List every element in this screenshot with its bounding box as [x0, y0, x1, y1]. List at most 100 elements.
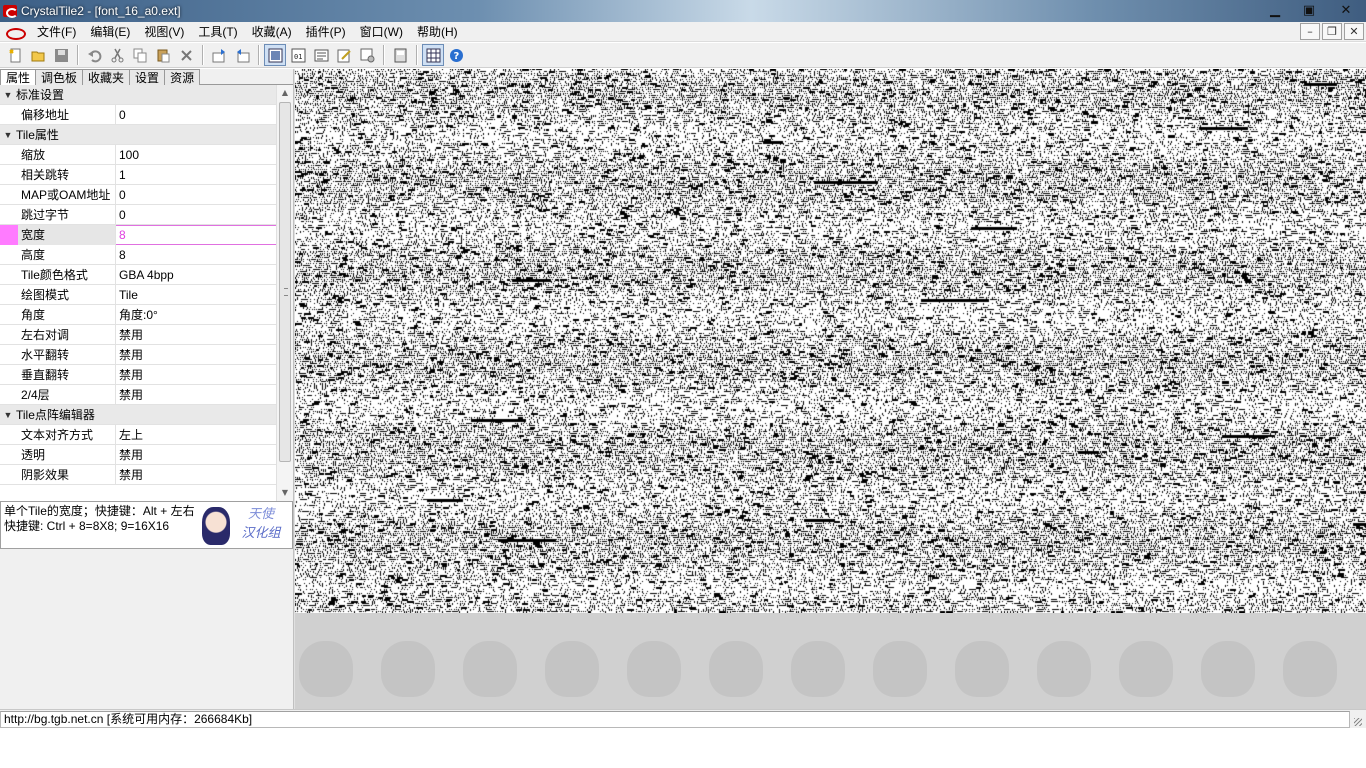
category-label: Tile属性 — [16, 128, 59, 142]
document-minimize-button[interactable]: – — [1300, 23, 1320, 40]
property-row-shadow[interactable]: 阴影效果 禁用 — [0, 464, 276, 485]
palette-icon[interactable] — [356, 44, 378, 66]
menu-help[interactable]: 帮助(H) — [410, 23, 465, 40]
open-folder-icon[interactable] — [27, 44, 49, 66]
maximize-button[interactable]: ▣ — [1292, 0, 1326, 20]
tile-view[interactable] — [295, 69, 1366, 709]
document-close-button[interactable]: ✕ — [1344, 23, 1364, 40]
svg-text:01: 01 — [294, 53, 302, 61]
property-row-flip-h[interactable]: 水平翻转 禁用 — [0, 344, 276, 365]
category-standard-settings[interactable]: ▼ 标准设置 — [0, 85, 276, 105]
collapse-arrow-icon[interactable]: ▼ — [0, 410, 16, 420]
property-row-layers[interactable]: 2/4层 禁用 — [0, 384, 276, 405]
copy-icon[interactable] — [129, 44, 151, 66]
property-row-offset[interactable]: 偏移地址 0 — [0, 104, 276, 125]
menu-plugins[interactable]: 插件(P) — [299, 23, 353, 40]
category-tile-editor[interactable]: ▼ Tile点阵编辑器 — [0, 405, 276, 425]
property-row-height[interactable]: 高度 8 — [0, 244, 276, 265]
cut-icon[interactable] — [106, 44, 128, 66]
tab-palette[interactable]: 调色板 — [35, 69, 84, 85]
property-value[interactable]: 8 — [116, 245, 126, 265]
menu-file[interactable]: 文件(F) — [30, 23, 83, 40]
hex-view-icon[interactable]: 01 — [287, 44, 309, 66]
category-label: Tile点阵编辑器 — [16, 408, 95, 422]
save-icon[interactable] — [50, 44, 72, 66]
property-name: 跳过字节 — [0, 204, 116, 225]
property-row-map-oam[interactable]: MAP或OAM地址 0 — [0, 184, 276, 205]
property-row-flip-v[interactable]: 垂直翻转 禁用 — [0, 364, 276, 385]
property-value[interactable]: GBA 4bpp — [116, 265, 174, 285]
scroll-up-arrow-icon[interactable]: ▲ — [277, 85, 293, 101]
property-row-transparent[interactable]: 透明 禁用 — [0, 444, 276, 465]
delete-icon[interactable] — [175, 44, 197, 66]
collapse-arrow-icon[interactable]: ▼ — [0, 90, 16, 100]
property-scrollbar[interactable]: ▲ ▼ — [276, 85, 293, 501]
text-view-icon[interactable] — [310, 44, 332, 66]
property-row-jump[interactable]: 相关跳转 1 — [0, 164, 276, 185]
resize-grip-icon[interactable] — [1350, 711, 1364, 728]
property-value[interactable]: 禁用 — [116, 325, 143, 345]
scroll-thumb[interactable] — [279, 102, 291, 462]
tab-settings[interactable]: 设置 — [129, 69, 166, 85]
export-icon[interactable] — [231, 44, 253, 66]
property-value[interactable]: Tile — [116, 285, 138, 305]
property-row-angle[interactable]: 角度 角度:0° — [0, 304, 276, 325]
tile-view-icon[interactable] — [264, 44, 286, 66]
paste-icon[interactable] — [152, 44, 174, 66]
menu-window[interactable]: 窗口(W) — [353, 23, 410, 40]
property-value[interactable]: 1 — [116, 165, 126, 185]
menu-view[interactable]: 视图(V) — [137, 23, 191, 40]
collapse-arrow-icon[interactable]: ▼ — [0, 130, 16, 140]
document-system-icon[interactable] — [6, 26, 26, 40]
document-controls: – ❐ ✕ — [1300, 23, 1366, 40]
print-icon[interactable] — [389, 44, 411, 66]
watermark-icon — [1201, 641, 1255, 697]
panel-tabs: 属性 调色板 收藏夹 设置 资源 — [0, 69, 293, 86]
menu-tools[interactable]: 工具(T) — [191, 23, 244, 40]
property-value[interactable]: 0 — [116, 205, 126, 225]
property-value[interactable]: 禁用 — [116, 345, 143, 365]
app-icon[interactable] — [3, 5, 18, 18]
new-file-icon[interactable] — [4, 44, 26, 66]
tab-resources[interactable]: 资源 — [164, 69, 201, 85]
grid-icon[interactable] — [422, 44, 444, 66]
minimize-button[interactable]: ▁ — [1258, 0, 1292, 20]
property-value[interactable]: 8 — [116, 225, 126, 245]
property-row-zoom[interactable]: 缩放 100 — [0, 144, 276, 165]
window-controls: ▁ ▣ ✕ — [1258, 0, 1366, 20]
property-name: Tile颜色格式 — [0, 264, 116, 285]
tile-canvas[interactable] — [295, 69, 1366, 613]
logo-text-line1: 天使 — [247, 507, 274, 522]
property-row-text-align[interactable]: 文本对齐方式 左上 — [0, 424, 276, 445]
menu-edit[interactable]: 编辑(E) — [83, 23, 137, 40]
property-row-swap-lr[interactable]: 左右对调 禁用 — [0, 324, 276, 345]
property-value[interactable]: 左上 — [116, 425, 143, 445]
property-row-width[interactable]: 宽度 8 — [0, 225, 276, 245]
property-value[interactable]: 0 — [116, 105, 126, 125]
edit-icon[interactable] — [333, 44, 355, 66]
property-row-color-format[interactable]: Tile颜色格式 GBA 4bpp — [0, 264, 276, 285]
desktop-area — [0, 728, 1366, 768]
property-value[interactable]: 禁用 — [116, 365, 143, 385]
property-value[interactable]: 100 — [116, 145, 139, 165]
property-value[interactable]: 禁用 — [116, 445, 143, 465]
property-row-skip-bytes[interactable]: 跳过字节 0 — [0, 204, 276, 225]
category-tile-properties[interactable]: ▼ Tile属性 — [0, 125, 276, 145]
undo-icon[interactable] — [83, 44, 105, 66]
property-value[interactable]: 0 — [116, 185, 126, 205]
document-restore-button[interactable]: ❐ — [1322, 23, 1342, 40]
property-value[interactable]: 角度:0° — [116, 305, 158, 325]
import-icon[interactable] — [208, 44, 230, 66]
property-value[interactable]: 禁用 — [116, 465, 143, 485]
tab-favorites[interactable]: 收藏夹 — [82, 69, 131, 85]
menu-favorites[interactable]: 收藏(A) — [245, 23, 299, 40]
help-icon[interactable]: ? — [445, 44, 467, 66]
watermark-icon — [545, 641, 599, 697]
tab-properties[interactable]: 属性 — [0, 69, 37, 86]
property-value[interactable]: 禁用 — [116, 385, 143, 405]
close-button[interactable]: ✕ — [1326, 0, 1366, 20]
property-name: 相关跳转 — [0, 164, 116, 185]
scroll-down-arrow-icon[interactable]: ▼ — [277, 485, 293, 501]
property-row-draw-mode[interactable]: 绘图模式 Tile — [0, 284, 276, 305]
property-name: 角度 — [0, 304, 116, 325]
